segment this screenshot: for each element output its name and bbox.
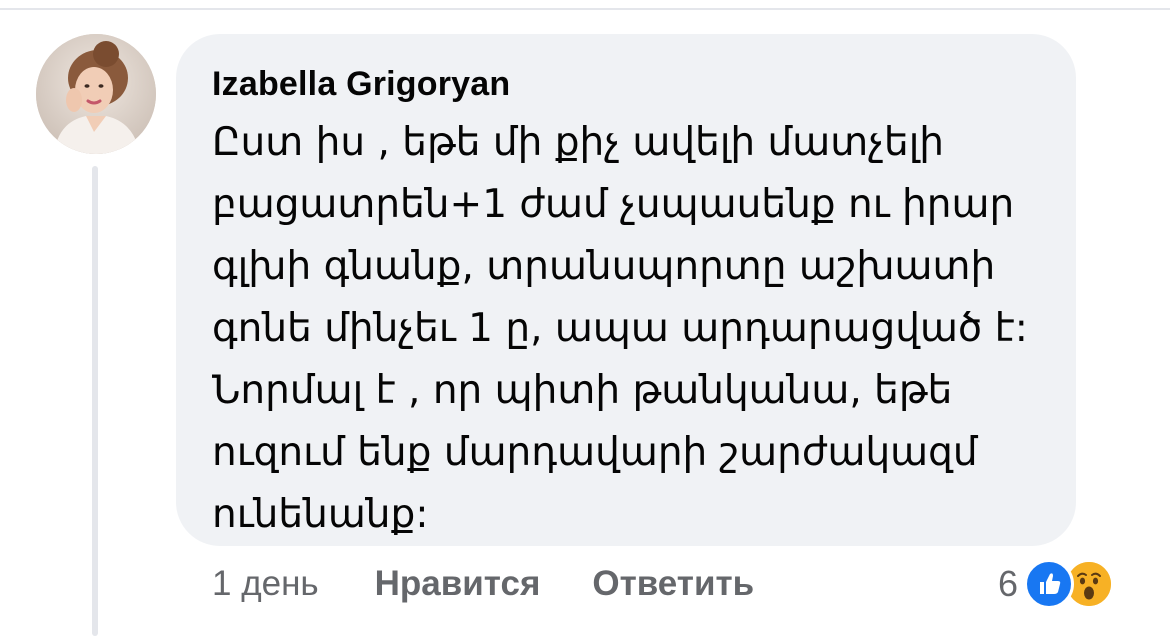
reply-button[interactable]: Ответить (592, 564, 754, 604)
comment-text: Ըստ իս , եթե մի քիչ ավելի մատչելի բացատր… (212, 120, 1028, 537)
avatar[interactable] (36, 34, 156, 154)
comment-bubble: Izabella Grigoryan Ըստ իս , եթե մի քիչ ա… (176, 34, 1076, 546)
reaction-count: 6 (998, 563, 1019, 604)
like-icon (1024, 559, 1075, 609)
comment-timestamp[interactable]: 1 день (212, 564, 319, 604)
comment-actions: 1 день Нравится Ответить (212, 558, 806, 610)
top-divider (0, 8, 1170, 10)
reactions-summary[interactable]: 6 (998, 556, 1115, 612)
comment-author[interactable]: Izabella Grigoryan (212, 64, 1046, 104)
like-button[interactable]: Нравится (375, 564, 541, 604)
thread-line (92, 166, 98, 636)
